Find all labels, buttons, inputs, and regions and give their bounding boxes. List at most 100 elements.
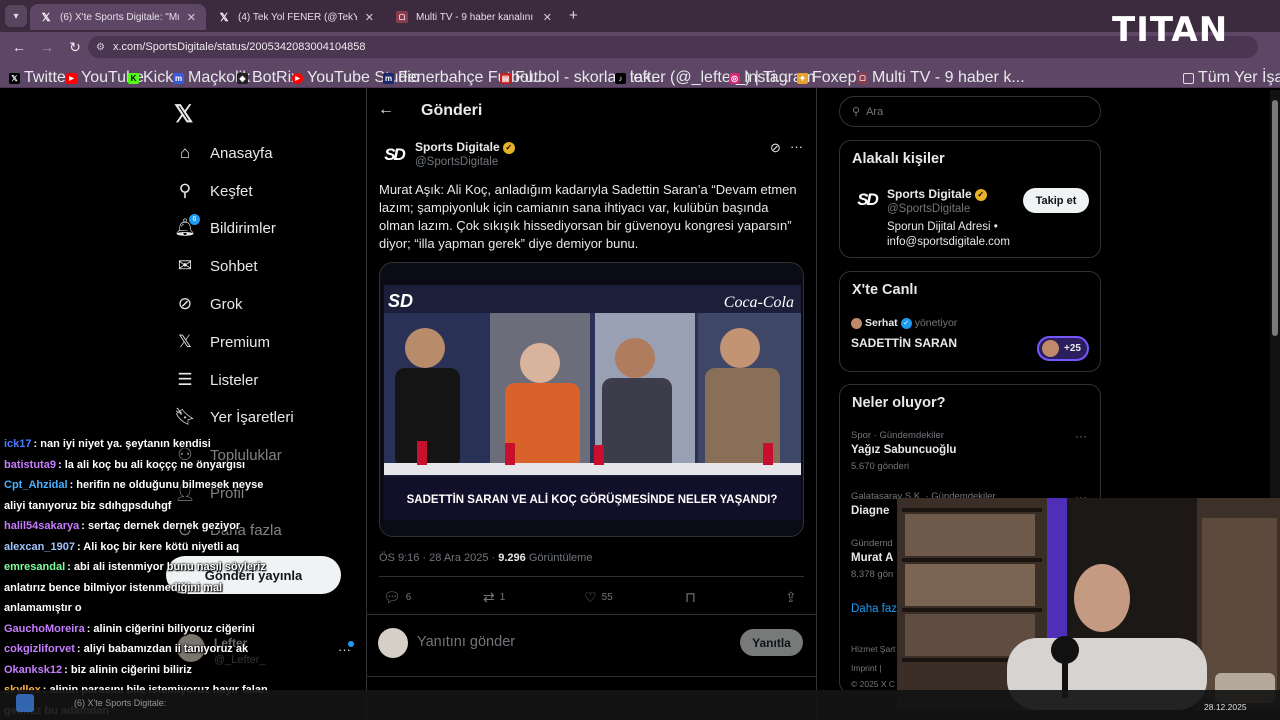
footer-link[interactable]: Imprint | (851, 663, 882, 673)
footer-link[interactable]: Hizmet Şart (851, 644, 895, 654)
chat-separator: : (64, 663, 71, 676)
bookmark-icon: ⊓ (685, 589, 696, 605)
author-avatar[interactable]: SD (380, 141, 408, 169)
instagram-icon: ◎ (729, 72, 740, 84)
author-handle[interactable]: @SportsDigitale (415, 156, 498, 168)
chat-username: GauchoMoreira (4, 622, 85, 635)
screen: ▾ 𝕏 (6) X'te Sports Digitale: "Murat ✕ 𝕏… (0, 0, 1280, 720)
taskbar-window-label[interactable]: (6) X'te Sports Digitale: (74, 698, 166, 708)
sidebar-item-explore[interactable]: ⚲ Keşfet (175, 181, 253, 201)
show-more-link[interactable]: Daha faz (851, 603, 897, 615)
tab-active[interactable]: 𝕏 (6) X'te Sports Digitale: "Murat ✕ (30, 4, 206, 30)
sidebar-item-lists[interactable]: ☰ Listeler (175, 370, 258, 390)
close-icon[interactable]: ✕ (543, 11, 552, 24)
chat-message: cokgizliforvet: aliyi babamızdan ii tanı… (0, 639, 300, 660)
repost-icon: ⇄ (483, 589, 495, 605)
folder-icon (1183, 72, 1194, 84)
listeners-badge[interactable]: +25 (1037, 336, 1089, 361)
bookmark-kick[interactable]: K Kick (128, 69, 173, 87)
multitv-icon: ▢ (857, 72, 868, 84)
taskbar-date: 28.12.2025 (1204, 702, 1247, 712)
trend-category: Gündemd (851, 538, 893, 549)
site-info-icon[interactable]: ⚙ (96, 42, 105, 53)
related-name[interactable]: Sports Digitale ✓ (887, 187, 987, 201)
back-arrow-icon[interactable]: ← (378, 101, 394, 119)
chat-username: Cpt_Ahzidal (4, 479, 68, 491)
bookmark-botrix[interactable]: ◆ BotRix (237, 69, 299, 87)
sidebar-item-bookmarks[interactable]: 🔖︎ Yer İşaretleri (174, 407, 293, 427)
sidebar-item-home[interactable]: ⌂ Anasayfa (175, 143, 273, 163)
tab-tekyolfener[interactable]: 𝕏 (4) Tek Yol FENER (@TekYolFen ✕ (208, 4, 384, 30)
sidebar-item-premium[interactable]: 𝕏 Premium (175, 332, 270, 352)
related-handle[interactable]: @SportsDigitale (887, 203, 970, 215)
chat-text: abi ali istenmiyor bunu nasıl söyleriz (73, 561, 266, 573)
reply-input[interactable]: Yanıtını gönder (417, 634, 515, 650)
follow-button[interactable]: Takip et (1023, 188, 1089, 213)
chat-message: Cpt_Ahzidal: herifin ne olduğunu bilmese… (0, 475, 300, 496)
live-title[interactable]: SADETTİN SARAN (851, 336, 957, 350)
share-action[interactable]: ⇪ (785, 589, 802, 606)
search-input[interactable]: ⚲ Ara (839, 96, 1101, 127)
chat-message: batistuta9: la ali koç bu ali koççç ne ö… (0, 455, 300, 476)
host-avatar (851, 317, 862, 329)
reply-button[interactable]: Yanıtla (740, 629, 803, 656)
chat-message: Okanksk12: biz alinin ciğerini biliriz (0, 660, 300, 681)
related-avatar[interactable]: SD (853, 186, 881, 214)
chat-text: la ali koç bu ali koççç ne önyargısı (64, 458, 246, 471)
trend-more-icon[interactable]: ··· (1075, 429, 1087, 443)
close-icon[interactable]: ✕ (187, 11, 196, 24)
new-tab-button[interactable]: + (569, 7, 578, 24)
mackolik-icon: m (173, 72, 184, 84)
all-bookmarks-folder[interactable]: Tüm Yer İşaretleri (1183, 69, 1280, 87)
webcam-image (897, 498, 1280, 710)
chat-separator: : (76, 643, 84, 655)
chat-message: aliyi tanıyoruz biz sdıhgpsduhgf (0, 496, 300, 517)
tab-multitv[interactable]: ▢ Multi TV - 9 haber kanalını ayn ✕ (386, 4, 562, 30)
chat-message: anlamamıştır o (0, 598, 300, 619)
grok-icon[interactable]: ⊘ (770, 140, 781, 156)
chat-message: GauchoMoreira: alinin ciğerini biliyoruz… (0, 619, 300, 640)
sidebar-item-messages[interactable]: ✉ Sohbet (175, 256, 258, 276)
chat-text: anlamamıştır o (4, 602, 82, 614)
bookmark-multitv[interactable]: ▢ Multi TV - 9 haber k... (857, 69, 1025, 87)
post-meta: ÖS 9:16 · 28 Ara 2025 · 9.296 Görüntülem… (379, 552, 593, 564)
chat-text: Ali koç bir kere kötü niyetli aq (83, 540, 240, 553)
reload-icon[interactable]: ↻ (66, 39, 84, 56)
trend-name[interactable]: Murat A (851, 552, 893, 564)
taskbar-app-icon[interactable] (16, 694, 34, 712)
chat-message: emresandal: abi ali istenmiyor bunu nası… (0, 557, 300, 578)
footer-copyright: © 2025 X C (851, 679, 896, 689)
reply-action[interactable]: 💬︎ 6 (383, 589, 411, 606)
repost-action[interactable]: ⇄ 1 (483, 589, 505, 606)
address-bar[interactable]: ⚙ x.com/SportsDigitale/status/2005342083… (88, 36, 1258, 58)
more-icon[interactable]: ··· (790, 139, 803, 154)
trend-name[interactable]: Yağız Sabuncuoğlu (851, 444, 956, 456)
search-icon: ⚲ (178, 181, 192, 200)
foxepin-icon: ✦ (797, 72, 808, 84)
forward-icon[interactable]: → (38, 39, 56, 55)
trend-name[interactable]: Diagne (851, 505, 889, 517)
chat-text: anlatırız bence bilmiyor istenmediğini m… (4, 581, 223, 594)
like-action[interactable]: ♡ 55 (584, 589, 613, 606)
post-text: Murat Aşık: Ali Koç, anladığım kadarıyla… (379, 182, 797, 251)
media-caption: SADETTİN SARAN VE ALİ KOÇ GÖRÜŞMESİNDE N… (407, 493, 778, 506)
x-logo-icon[interactable]: 𝕏 (174, 100, 193, 129)
sidebar-item-grok[interactable]: ⊘ Grok (175, 294, 243, 314)
live-host[interactable]: Serhat ✓ yönetiyor (851, 317, 957, 329)
bookmark-action[interactable]: ⊓ (685, 589, 701, 606)
back-icon[interactable]: ← (10, 39, 28, 55)
author-name[interactable]: Sports Digitale ✓ (415, 140, 515, 154)
chat-text: biz alinin ciğerini biliriz (70, 663, 192, 676)
titan-logo: TITAN (1112, 10, 1229, 50)
sidebar-item-notifications[interactable]: 🔔︎ 6 Bildirimler (174, 214, 276, 238)
share-icon: ⇪ (785, 589, 797, 605)
notification-badge: 6 (189, 214, 200, 225)
chat-overlay: ick17: nan iyi niyet ya. şeytanın kendis… (0, 434, 300, 720)
scrollbar-thumb[interactable] (1272, 100, 1278, 336)
chat-text: sertaç dernek dernek geziyor (87, 520, 241, 532)
bookmark-twitter[interactable]: 𝕏 Twitter (9, 69, 71, 87)
close-icon[interactable]: ✕ (365, 11, 374, 24)
post-media[interactable]: SD Coca-Cola SADETTİN SARAN VE ALİ KOÇ G… (379, 262, 804, 537)
tab-search-button[interactable]: ▾ (5, 5, 27, 27)
chat-username: halil54sakarya (4, 520, 80, 532)
